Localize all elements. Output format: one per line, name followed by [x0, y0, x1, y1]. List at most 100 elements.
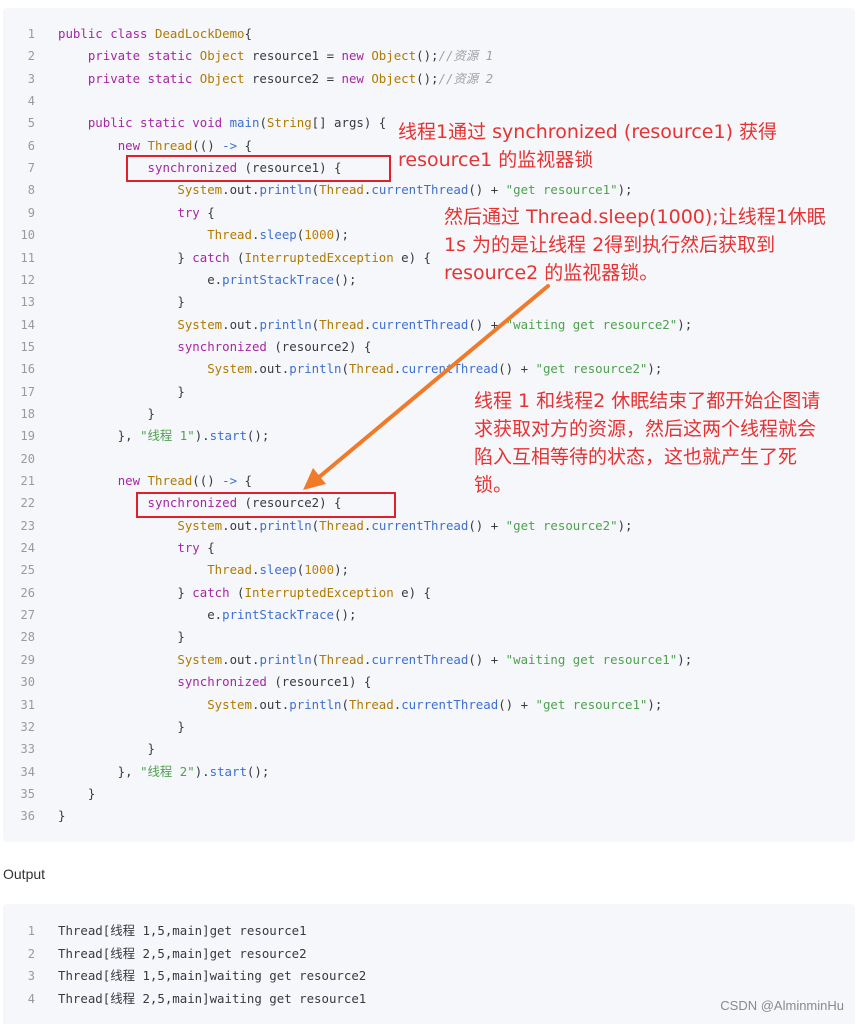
- code-token: .out.: [222, 316, 260, 332]
- code-token: resource1 =: [244, 48, 342, 64]
- code-token: (: [311, 182, 320, 198]
- code-token: resource2 =: [244, 70, 342, 86]
- code-token: println: [289, 696, 342, 712]
- code-token: {: [244, 26, 252, 41]
- watermark: CSDN @AlminminHu: [720, 998, 844, 1013]
- code-text: public static void main(String[] args) {: [58, 112, 386, 134]
- annotation-line: 然后通过 Thread.sleep(1000);让线程1休眠: [444, 206, 826, 228]
- code-text: } catch (InterruptedException e) {: [58, 247, 431, 269]
- code-text: }: [58, 738, 155, 760]
- line-number: 34: [20, 764, 35, 779]
- code-token: DeadLockDemo: [154, 26, 245, 41]
- line-number: 25: [20, 563, 35, 578]
- code-token: "线程 1": [140, 428, 195, 444]
- code-token: ();: [246, 763, 270, 779]
- code-token: Thread: [147, 137, 193, 153]
- code-text: Thread.sleep(1000);: [58, 559, 349, 581]
- line-number: 1: [27, 924, 35, 938]
- code-text: }: [58, 783, 95, 805]
- code-token: System: [177, 316, 223, 332]
- code-line: 27 e.printStackTrace();: [3, 604, 855, 626]
- code-token: Object: [371, 70, 417, 86]
- code-token: Thread: [147, 473, 193, 488]
- code-token: (resource2) {: [266, 338, 372, 354]
- code-token: Thread: [348, 696, 394, 712]
- line-number: 35: [20, 786, 35, 801]
- code-token: "get resource2": [535, 361, 648, 377]
- line-number: 23: [20, 518, 35, 533]
- annotation-line: 求获取对方的资源，然后这两个线程就会: [474, 418, 817, 440]
- code-token: }: [58, 808, 66, 824]
- code-token: (: [259, 115, 267, 131]
- code-line: 2 private static Object resource1 = new …: [3, 45, 855, 67]
- code-token: currentThread: [371, 517, 469, 533]
- code-token: System: [177, 517, 223, 533]
- code-token: currentThread: [371, 316, 469, 332]
- code-line: 16 System.out.println(Thread.currentThre…: [3, 358, 855, 380]
- code-token: synchronized: [177, 338, 267, 354]
- annotation-line: 1s 为的是让线程 2得到执行然后获取到: [444, 234, 776, 256]
- code-token: (resource1) {: [266, 674, 372, 690]
- code-line: 13 }: [3, 291, 855, 313]
- line-number: 8: [27, 183, 35, 198]
- code-text: }: [58, 403, 155, 425]
- output-line: 2 Thread[线程 2,5,main]get resource2: [3, 943, 855, 965]
- code-text: }: [58, 291, 184, 313]
- code-line: 29 System.out.println(Thread.currentThre…: [3, 649, 855, 671]
- code-token: catch: [192, 584, 230, 600]
- line-number: 17: [20, 384, 35, 399]
- line-number: 12: [20, 272, 35, 287]
- code-text: synchronized (resource1) {: [58, 671, 371, 693]
- code-token: (: [341, 361, 349, 377]
- line-number: 9: [27, 205, 35, 220]
- code-text: e.printStackTrace();: [58, 604, 356, 626]
- code-token: );: [677, 316, 693, 332]
- code-token: ->: [222, 473, 238, 488]
- line-number: 4: [27, 991, 35, 1006]
- code-token: Object: [371, 48, 417, 64]
- code-token: currentThread: [371, 651, 469, 667]
- code-line: 1 public class DeadLockDemo{: [3, 23, 855, 45]
- code-token: ).: [194, 428, 210, 444]
- code-token: Thread: [207, 227, 252, 243]
- code-token: "get resource1": [535, 696, 648, 712]
- code-token: System: [207, 696, 252, 712]
- code-line: 36}: [3, 805, 855, 827]
- output-text: Thread[线程 2,5,main]get resource2: [58, 945, 307, 961]
- code-token: System: [177, 182, 223, 198]
- output-text: Thread[线程 1,5,main]get resource1: [58, 923, 307, 938]
- code-text: public class DeadLockDemo{: [58, 23, 252, 45]
- code-text: System.out.println(Thread.currentThread(…: [58, 179, 632, 201]
- line-number: 5: [27, 116, 35, 131]
- output-line: 3 Thread[线程 1,5,main]waiting get resource…: [3, 965, 855, 987]
- line-number: 31: [20, 697, 35, 712]
- code-token: );: [334, 562, 349, 578]
- line-number: 30: [20, 675, 35, 690]
- code-token: currentThread: [371, 182, 469, 198]
- code-token: }: [58, 629, 185, 645]
- code-token: public static void: [87, 115, 230, 131]
- code-text: }: [58, 805, 65, 827]
- code-token: Object: [199, 70, 245, 86]
- line-number: 6: [27, 138, 35, 153]
- code-token: Thread: [319, 517, 364, 533]
- code-token: (: [311, 651, 320, 667]
- code-token: ).: [194, 763, 210, 779]
- code-token: try: [177, 540, 200, 556]
- line-number: 27: [20, 608, 35, 623]
- line-number: 3: [27, 71, 35, 86]
- code-text: e.printStackTrace();: [58, 269, 356, 291]
- code-line: 23 System.out.println(Thread.currentThre…: [3, 515, 855, 537]
- code-token: 1000: [304, 227, 335, 243]
- code-token: (: [229, 584, 245, 600]
- code-text: System.out.println(Thread.currentThread(…: [58, 694, 662, 716]
- line-number: 7: [27, 161, 35, 176]
- code-token: {: [237, 473, 252, 488]
